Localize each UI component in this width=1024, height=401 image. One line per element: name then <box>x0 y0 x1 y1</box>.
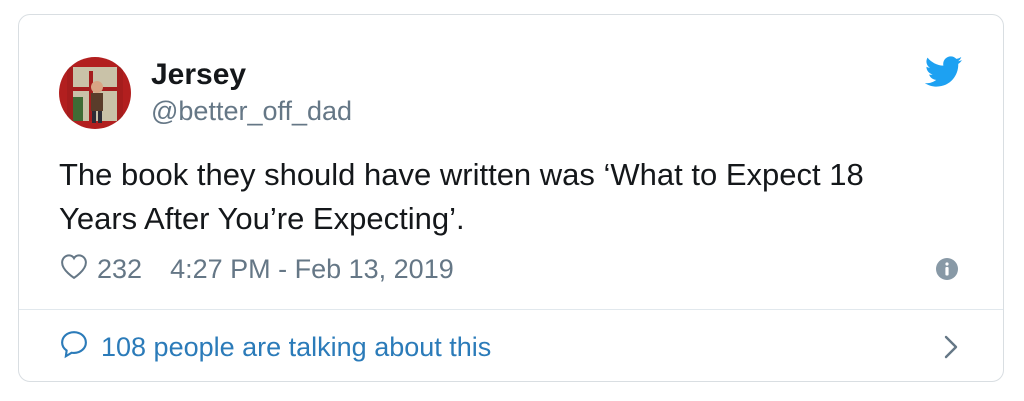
conversation-count: 108 people are talking about this <box>101 331 492 362</box>
author-display-name[interactable]: Jersey <box>151 57 352 93</box>
info-icon[interactable] <box>935 257 959 281</box>
author-names: Jersey @better_off_dad <box>151 57 352 129</box>
divider <box>19 309 1003 310</box>
tweet-header: Jersey @better_off_dad <box>59 55 352 131</box>
tweet-timestamp[interactable]: 4:27 PM - Feb 13, 2019 <box>170 254 454 285</box>
author-handle[interactable]: @better_off_dad <box>151 93 352 129</box>
tweet-text: The book they should have written was ‘W… <box>59 157 864 236</box>
like-count: 232 <box>97 253 143 284</box>
like-button[interactable]: 232 <box>59 252 142 287</box>
twitter-bird-icon[interactable] <box>924 55 963 89</box>
tweet-meta: 232 4:27 PM - Feb 13, 2019 <box>59 251 454 287</box>
tweet-card[interactable]: Jersey @better_off_dad The book they sho… <box>18 14 1004 382</box>
avatar[interactable] <box>59 57 131 129</box>
conversation-link[interactable]: 108 people are talking about this <box>59 327 491 367</box>
heart-icon <box>59 252 89 287</box>
chevron-right-icon[interactable] <box>943 333 959 361</box>
speech-bubble-icon <box>59 329 89 366</box>
